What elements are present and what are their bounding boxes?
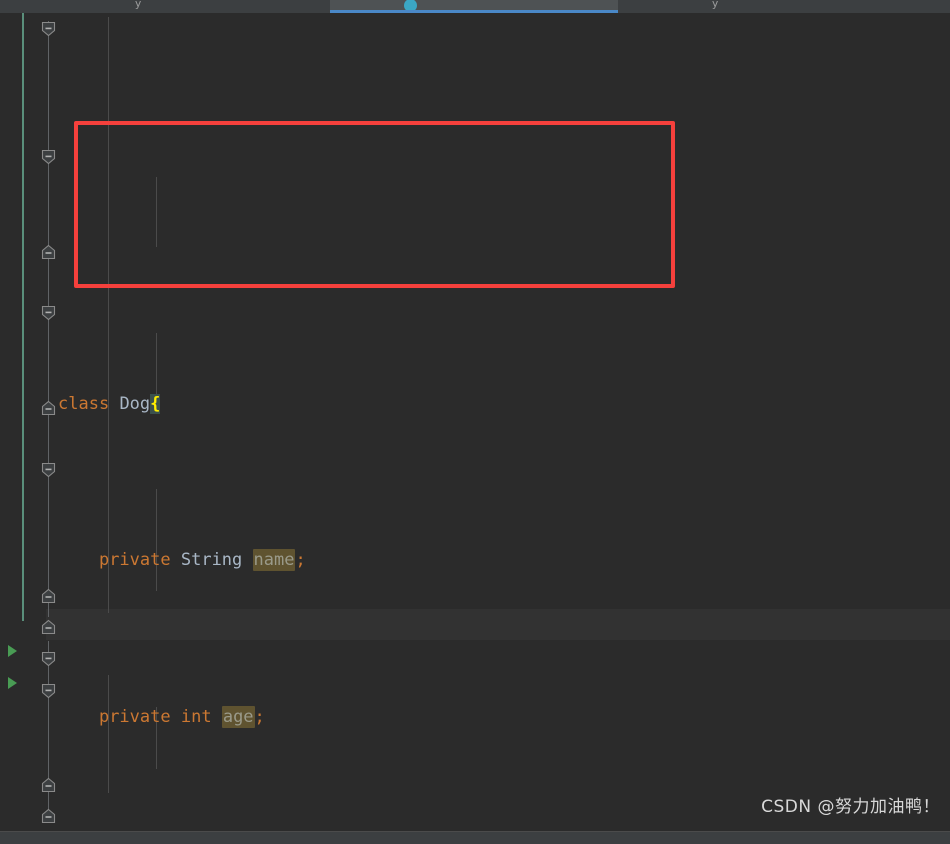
token-class-dog: Dog: [119, 393, 151, 414]
editor-tab-inactive-left[interactable]: y: [92, 0, 184, 13]
code-editor[interactable]: class Dog{ private String name; private …: [0, 13, 950, 831]
code-line[interactable]: class Dog{: [46, 389, 950, 420]
editor-tab-inactive-right[interactable]: y: [660, 0, 770, 13]
token-keyword-class: class: [58, 393, 110, 414]
run-class-icon[interactable]: [8, 645, 17, 657]
token-semicolon: ;: [295, 550, 306, 571]
editor-tab-active[interactable]: [330, 0, 618, 13]
watermark-text: CSDN @努力加油鸭！: [761, 797, 940, 817]
token-field-name: name: [252, 549, 296, 572]
ide-editor-window: y y class Dog{private String name; priv…: [0, 0, 950, 844]
code-line[interactable]: private String name;: [46, 545, 950, 576]
token-semicolon: ;: [254, 706, 265, 727]
editor-tab-inactive-left-label: y: [134, 0, 142, 10]
token-keyword-private: private: [98, 706, 171, 727]
token-keyword-int: int: [180, 706, 212, 727]
token-field-age: age: [221, 705, 255, 728]
editor-tab-inactive-right-label: y: [711, 0, 719, 10]
code-content[interactable]: class Dog{ private String name; private …: [46, 13, 950, 831]
status-bar: [0, 831, 950, 844]
token-brace-open-highlighted: {: [150, 393, 161, 414]
token-keyword-private: private: [98, 550, 171, 571]
editor-tab-strip: y y: [0, 0, 950, 13]
code-line[interactable]: private int age;: [46, 702, 950, 733]
vcs-change-marker: [22, 13, 24, 621]
run-method-icon[interactable]: [8, 677, 17, 689]
token-type-string: String: [180, 550, 243, 571]
